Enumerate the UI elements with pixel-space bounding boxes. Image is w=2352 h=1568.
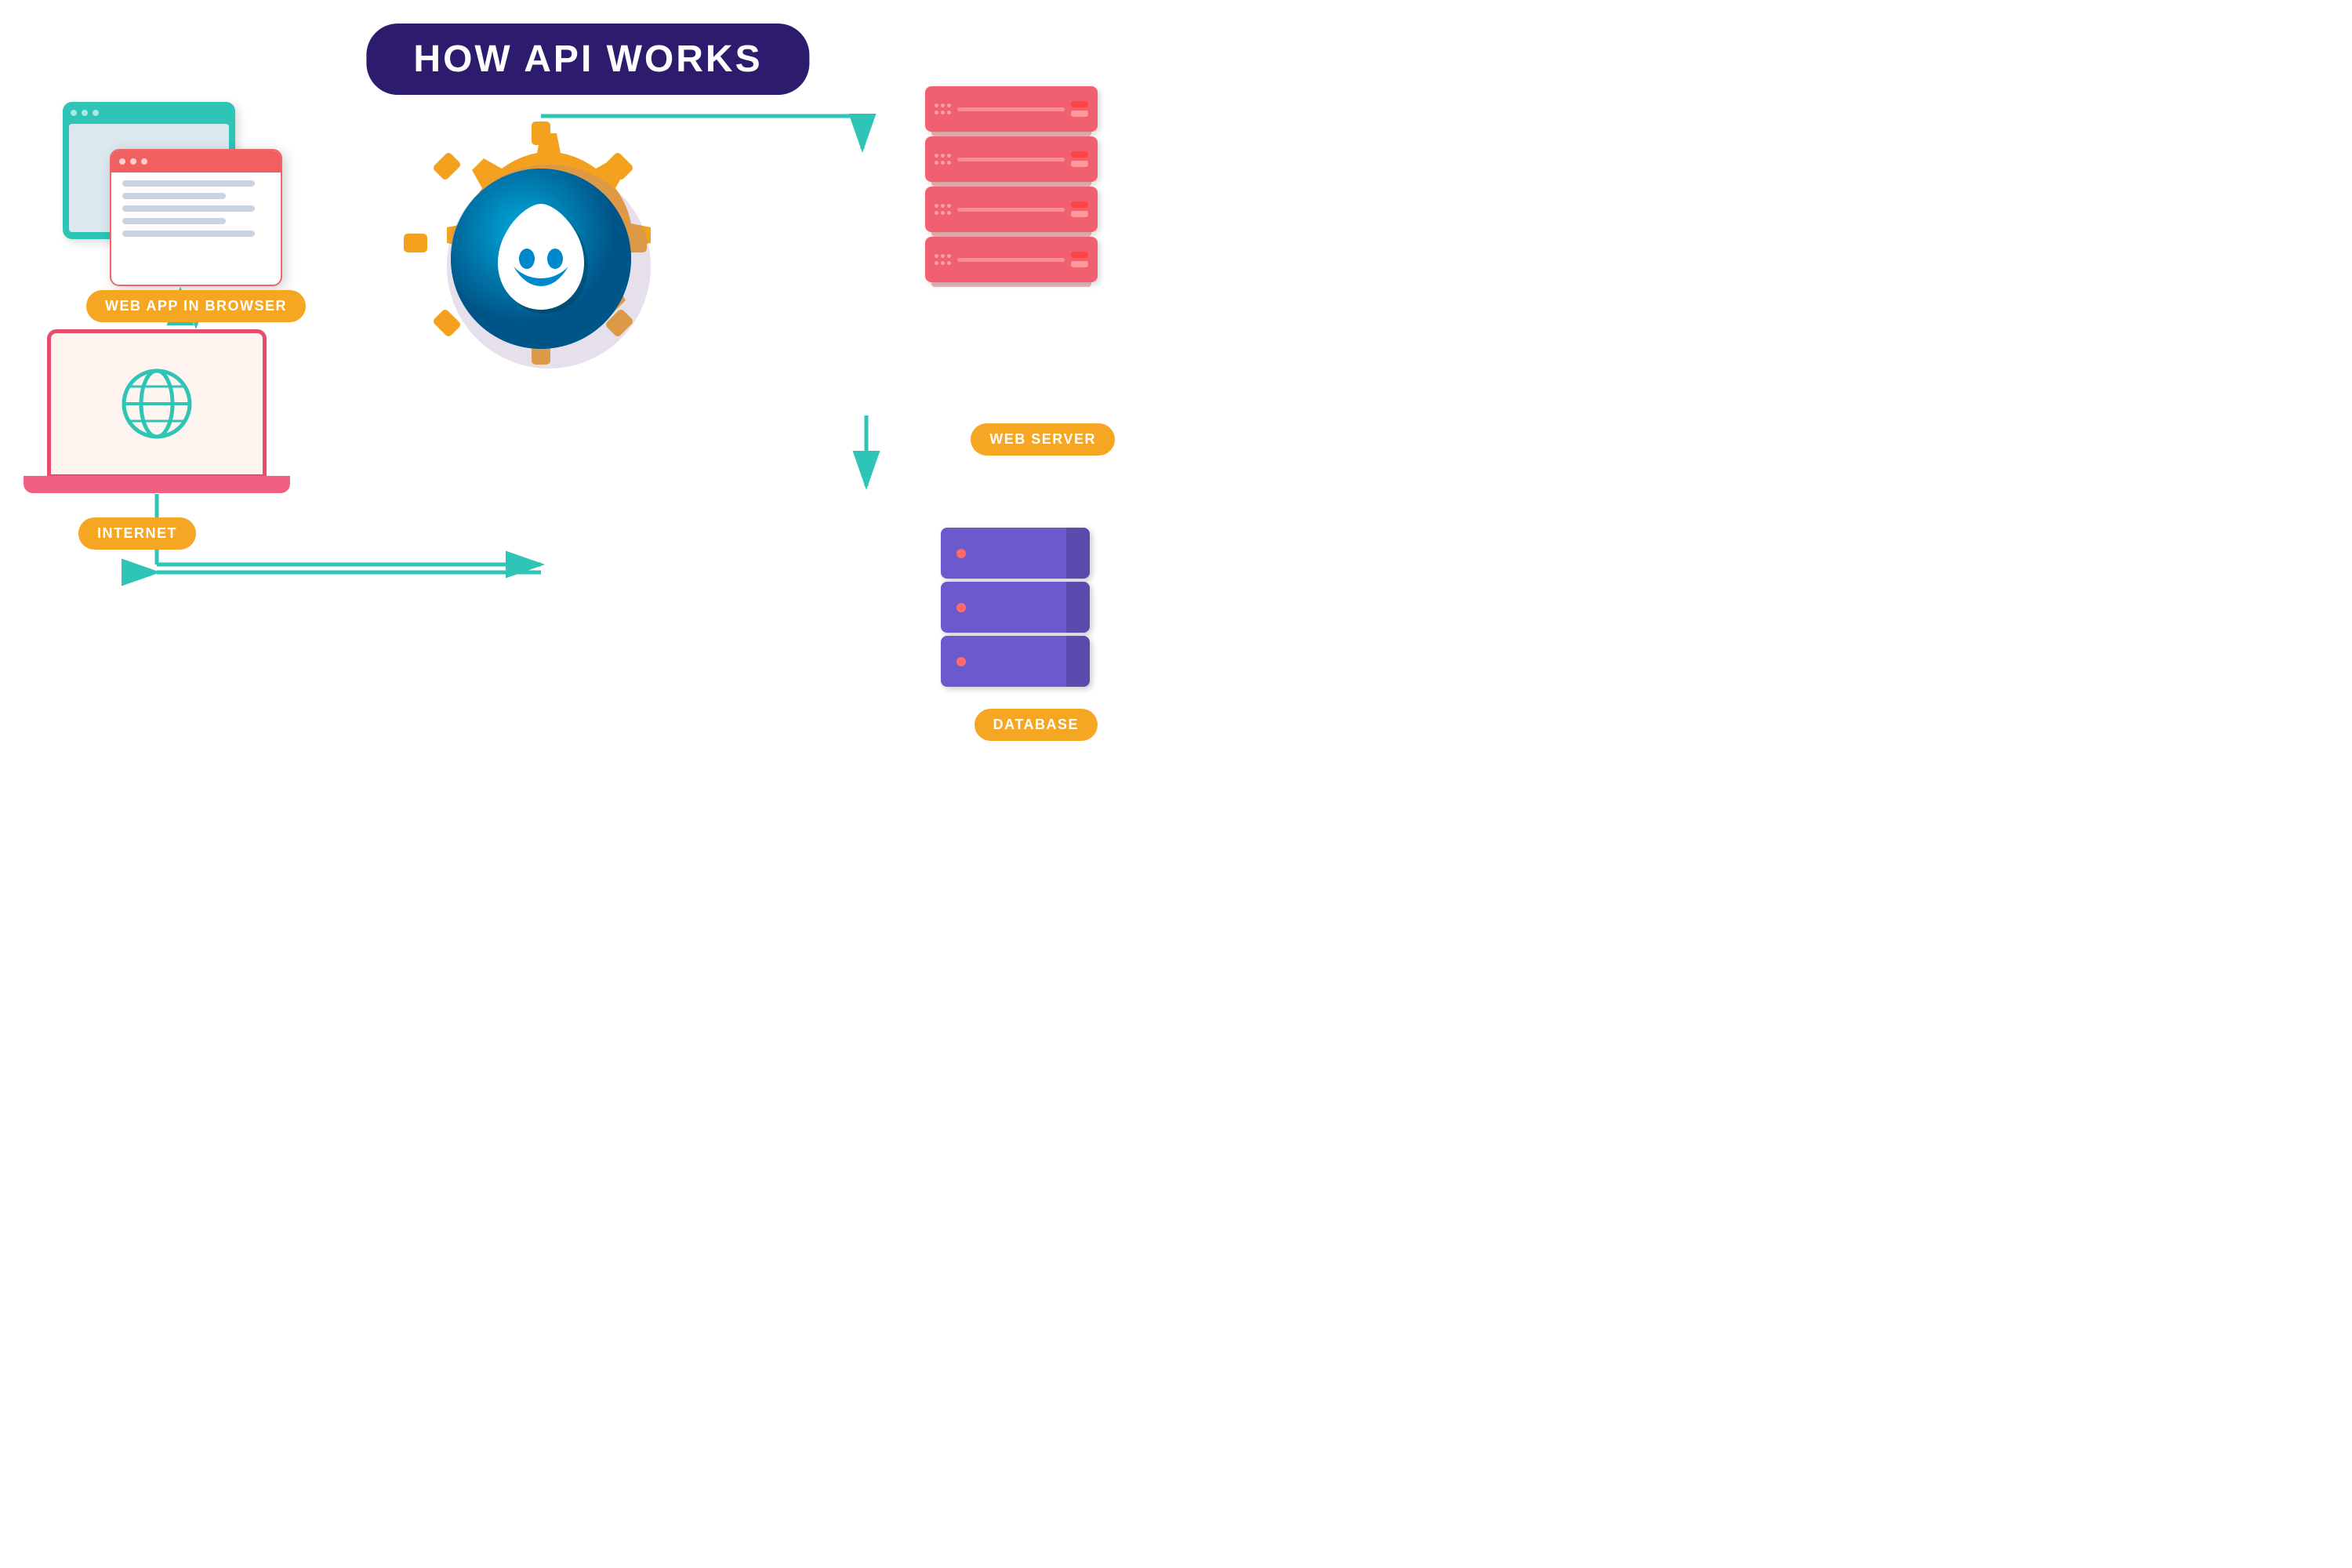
server-unit-1 (925, 86, 1098, 132)
server-unit-2 (925, 136, 1098, 182)
db-stripe-2 (1066, 582, 1090, 633)
page-title: HOW API WORKS (413, 38, 762, 80)
laptop-screen (47, 329, 267, 478)
web-server-label: WEB SERVER (971, 423, 1115, 456)
database-label: DATABASE (975, 709, 1098, 741)
server-dots (935, 154, 951, 165)
content-line-2 (122, 193, 226, 199)
db-stripe-3 (1066, 636, 1090, 687)
database (941, 528, 1090, 690)
server-line (957, 208, 1065, 212)
server-dots (935, 204, 951, 215)
db-stripe-1 (1066, 528, 1090, 579)
title-container: HOW API WORKS (366, 24, 809, 95)
browser-back-bar (63, 102, 235, 124)
gear-svg (392, 110, 690, 408)
dot-r1 (119, 158, 125, 165)
content-line-1 (122, 180, 255, 187)
content-line-5 (122, 230, 255, 237)
server-lights (1071, 101, 1088, 117)
server-lights (1071, 151, 1088, 167)
server-line (957, 107, 1065, 111)
browser-front-body (111, 172, 281, 251)
server-dots (935, 254, 951, 265)
server-lights (1071, 252, 1088, 267)
db-dot-1 (956, 549, 966, 558)
db-cylinder-3 (941, 636, 1090, 687)
server-rack (925, 86, 1098, 287)
globe-icon (118, 365, 196, 443)
content-line-3 (122, 205, 255, 212)
browser-front-bar (111, 151, 281, 172)
content-line-4 (122, 218, 226, 224)
web-app-label: WEB APP IN BROWSER (86, 290, 306, 322)
dot-r3 (141, 158, 147, 165)
server-unit-4 (925, 237, 1098, 282)
server-line (957, 258, 1065, 262)
server-unit-3 (925, 187, 1098, 232)
laptop-base (24, 476, 290, 493)
server-line (957, 158, 1065, 162)
db-cylinder-2 (941, 582, 1090, 633)
internet-label: INTERNET (78, 517, 196, 550)
dot3 (93, 110, 99, 116)
server-lights (1071, 201, 1088, 217)
server-dots (935, 103, 951, 114)
dot-r2 (130, 158, 136, 165)
db-dot-3 (956, 657, 966, 666)
gear-container (392, 110, 690, 408)
db-dot-2 (956, 603, 966, 612)
browser-front-window (110, 149, 282, 286)
dot2 (82, 110, 88, 116)
dot1 (71, 110, 77, 116)
db-cylinder-1 (941, 528, 1090, 579)
